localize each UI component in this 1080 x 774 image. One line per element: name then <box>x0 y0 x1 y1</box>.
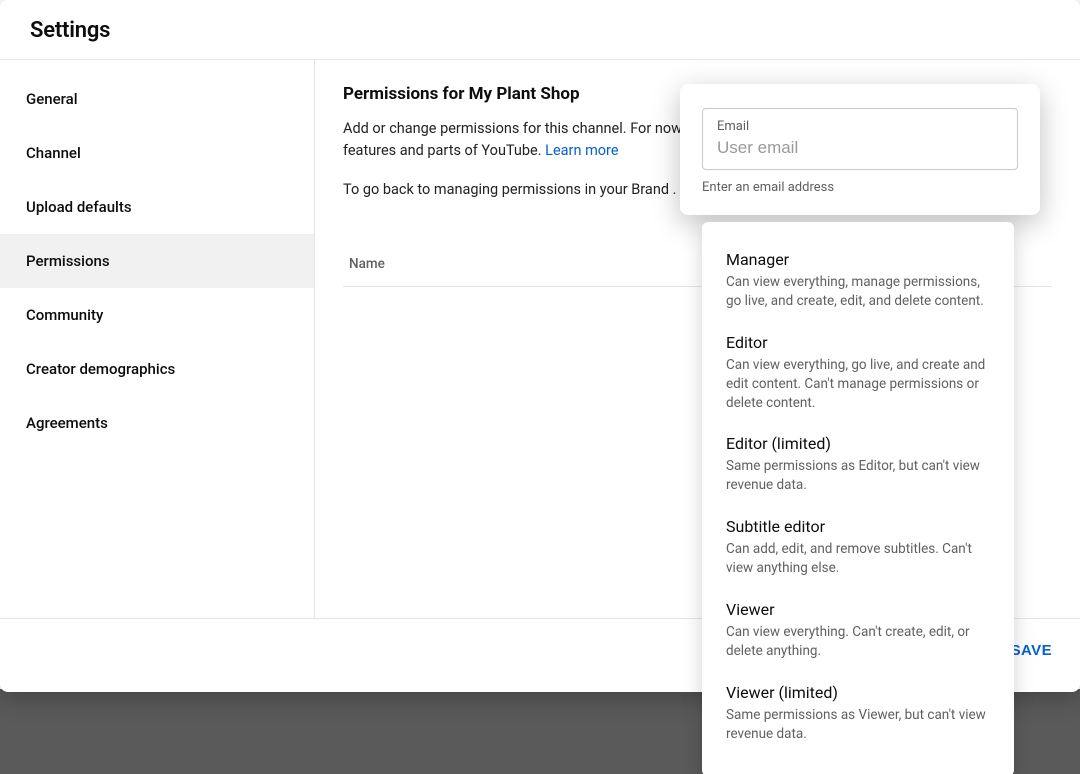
role-option-viewer-limited[interactable]: Viewer (limited) Same permissions as Vie… <box>702 673 1014 756</box>
email-field-container[interactable]: Email <box>702 108 1018 170</box>
sidebar-item-community[interactable]: Community <box>0 288 314 342</box>
sidebar-item-upload-defaults[interactable]: Upload defaults <box>0 180 314 234</box>
sidebar-item-permissions[interactable]: Permissions <box>0 234 314 288</box>
role-option-editor-limited[interactable]: Editor (limited) Same permissions as Edi… <box>702 424 1014 507</box>
role-title: Subtitle editor <box>726 517 990 536</box>
sidebar-item-creator-demographics[interactable]: Creator demographics <box>0 342 314 396</box>
email-helper-text: Enter an email address <box>702 180 1018 195</box>
role-title: Editor <box>726 333 990 352</box>
role-option-manager[interactable]: Manager Can view everything, manage perm… <box>702 240 1014 323</box>
save-button[interactable]: SAVE <box>1011 642 1052 659</box>
role-title: Manager <box>726 250 990 269</box>
role-dropdown: Manager Can view everything, manage perm… <box>702 222 1014 774</box>
column-header-name: Name <box>349 256 385 272</box>
role-desc: Can view everything. Can't create, edit,… <box>726 623 990 661</box>
invite-user-panel: Email Enter an email address <box>680 84 1040 215</box>
role-option-editor[interactable]: Editor Can view everything, go live, and… <box>702 323 1014 425</box>
email-field-label: Email <box>717 119 1003 134</box>
role-desc: Can view everything, go live, and create… <box>726 356 990 413</box>
sidebar-item-channel[interactable]: Channel <box>0 126 314 180</box>
role-option-subtitle-editor[interactable]: Subtitle editor Can add, edit, and remov… <box>702 507 1014 590</box>
sidebar-item-general[interactable]: General <box>0 72 314 126</box>
role-desc: Can add, edit, and remove subtitles. Can… <box>726 540 990 578</box>
role-desc: Can view everything, manage permissions,… <box>726 273 990 311</box>
dialog-header: Settings <box>0 0 1080 59</box>
email-input[interactable] <box>717 138 1003 158</box>
role-desc: Same permissions as Viewer, but can't vi… <box>726 706 990 744</box>
role-title: Viewer (limited) <box>726 683 990 702</box>
settings-sidebar: General Channel Upload defaults Permissi… <box>0 60 315 618</box>
role-desc: Same permissions as Editor, but can't vi… <box>726 457 990 495</box>
role-option-viewer[interactable]: Viewer Can view everything. Can't create… <box>702 590 1014 673</box>
desc-text-1: Add or change permissions for this chann… <box>343 120 682 137</box>
role-title: Viewer <box>726 600 990 619</box>
role-title: Editor (limited) <box>726 434 990 453</box>
learn-more-link[interactable]: Learn more <box>545 142 618 159</box>
page-title: Settings <box>30 18 1050 43</box>
desc-text-2: features and parts of YouTube. <box>343 142 545 159</box>
sidebar-item-agreements[interactable]: Agreements <box>0 396 314 450</box>
